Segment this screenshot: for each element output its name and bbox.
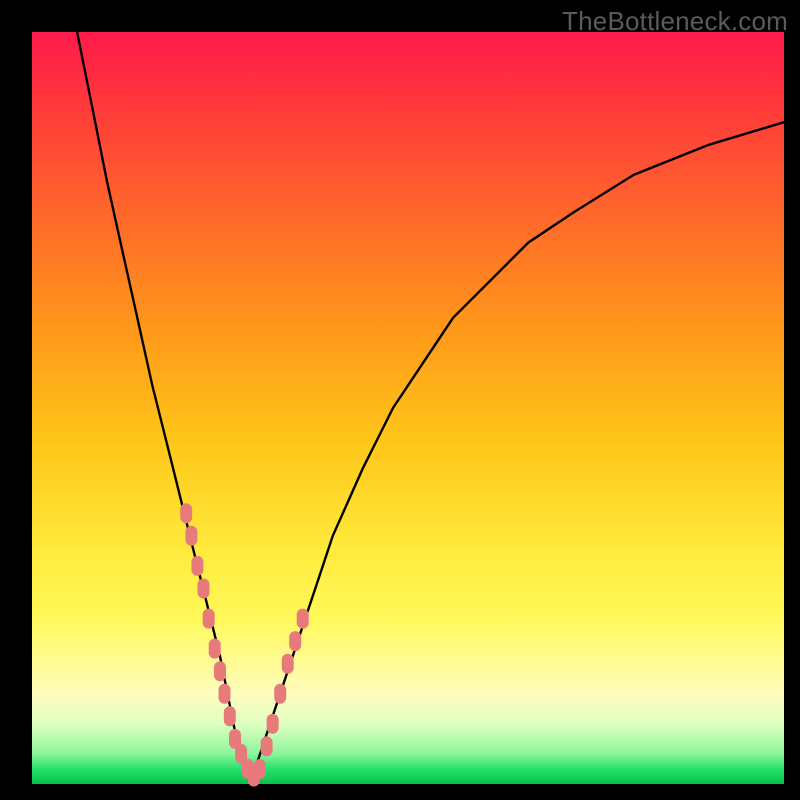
highlight-marker (203, 609, 215, 629)
chart-frame: TheBottleneck.com (0, 0, 800, 800)
highlight-marker (209, 639, 221, 659)
highlight-marker (198, 579, 210, 599)
highlight-marker (180, 503, 192, 523)
highlight-marker (219, 684, 231, 704)
bottleneck-curve (77, 32, 784, 777)
highlight-marker (224, 706, 236, 726)
highlight-marker (282, 654, 294, 674)
curve-svg (32, 32, 784, 784)
highlight-marker (261, 736, 273, 756)
highlight-marker (254, 759, 266, 779)
marker-group (180, 503, 309, 786)
highlight-marker (191, 556, 203, 576)
highlight-marker (185, 526, 197, 546)
watermark-text: TheBottleneck.com (562, 6, 788, 37)
highlight-marker (289, 631, 301, 651)
highlight-marker (297, 609, 309, 629)
highlight-marker (214, 661, 226, 681)
plot-area (32, 32, 784, 784)
highlight-marker (267, 714, 279, 734)
highlight-marker (274, 684, 286, 704)
